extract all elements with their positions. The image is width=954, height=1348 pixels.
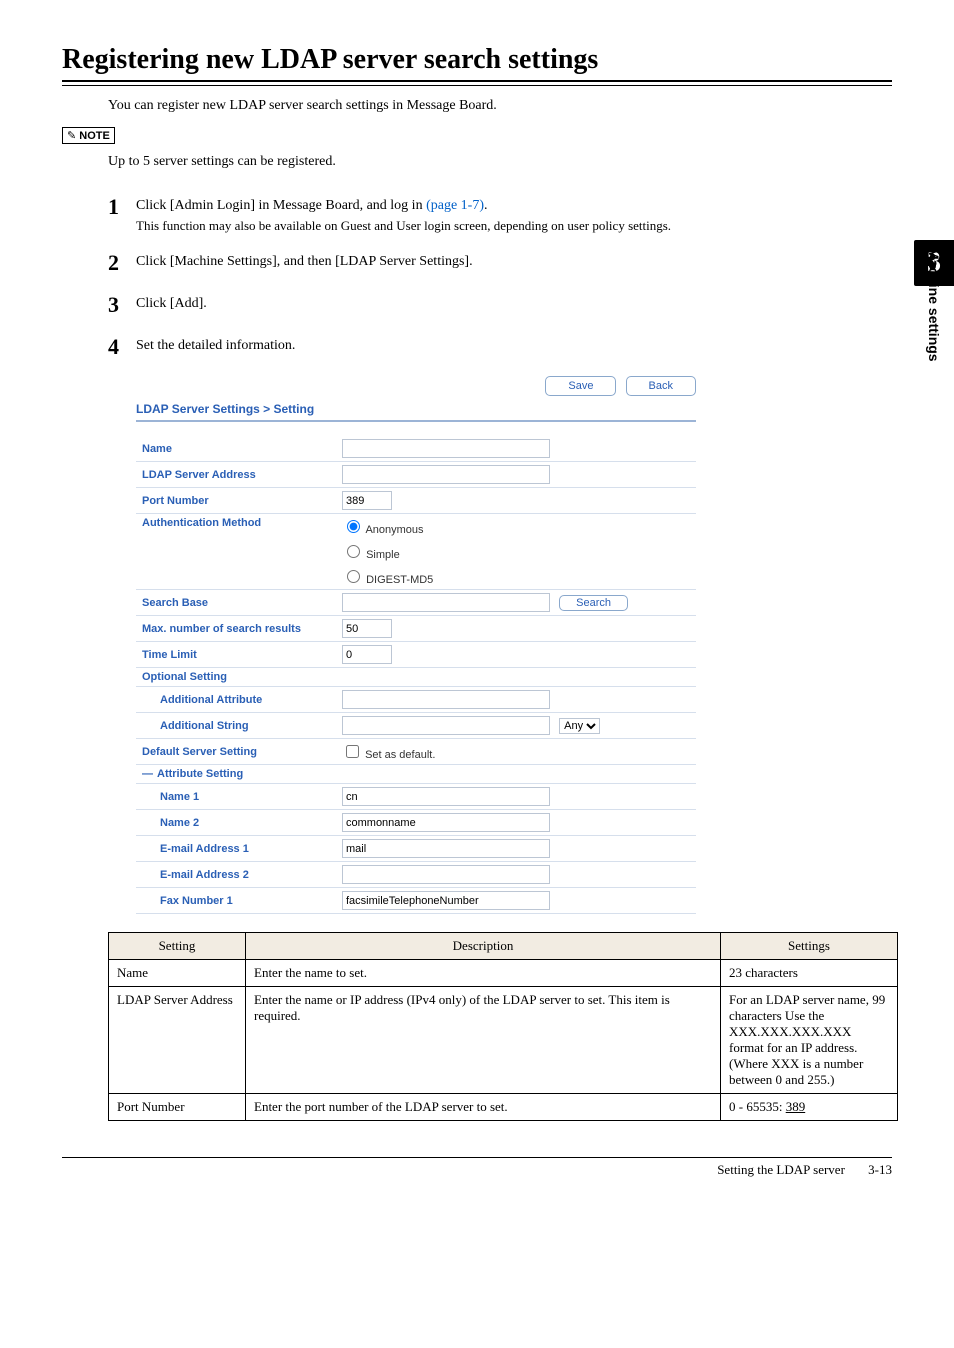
- auth-simple-radio[interactable]: [347, 545, 360, 558]
- table-row: LDAP Server Address Enter the name or IP…: [109, 987, 898, 1094]
- ldap-settings-panel: Save Back LDAP Server Settings > Setting…: [136, 376, 696, 914]
- label-name2: Name 2: [136, 810, 336, 836]
- page-link[interactable]: (page 1-7): [426, 198, 484, 213]
- default-server-checkbox[interactable]: [346, 745, 359, 758]
- name1-input[interactable]: [342, 787, 550, 806]
- max-results-input[interactable]: [342, 619, 392, 638]
- step-text-end: .: [484, 198, 488, 213]
- page-footer: Setting the LDAP server 3-13: [62, 1157, 892, 1178]
- back-button[interactable]: Back: [626, 376, 696, 396]
- auth-anonymous-radio[interactable]: [347, 520, 360, 533]
- reference-table: Setting Description Settings Name Enter …: [108, 932, 898, 1121]
- email1-input[interactable]: [342, 839, 550, 858]
- save-button[interactable]: Save: [545, 376, 616, 396]
- label-fax1: Fax Number 1: [136, 888, 336, 914]
- title-underline: [62, 80, 892, 86]
- footer-page: 3-13: [868, 1162, 892, 1177]
- range-text: 0 - 65535:: [729, 1099, 786, 1114]
- label-port: Port Number: [136, 488, 336, 514]
- collapse-icon: —: [142, 768, 157, 780]
- email2-input[interactable]: [342, 865, 550, 884]
- label-email1: E-mail Address 1: [136, 836, 336, 862]
- auth-simple-label: Simple: [366, 549, 400, 561]
- search-base-input[interactable]: [342, 593, 550, 612]
- label-email2: E-mail Address 2: [136, 862, 336, 888]
- step-text: Click [Admin Login] in Message Board, an…: [136, 198, 426, 213]
- label-name1: Name 1: [136, 784, 336, 810]
- attribute-setting-toggle[interactable]: —Attribute Setting: [136, 765, 696, 784]
- cell-description: Enter the port number of the LDAP server…: [246, 1094, 721, 1121]
- chapter-tab: 3 Machine settings: [914, 240, 954, 440]
- table-row: Port Number Enter the port number of the…: [109, 1094, 898, 1121]
- step-number: 1: [108, 194, 136, 220]
- label-additional-string: Additional String: [136, 713, 336, 739]
- additional-string-select[interactable]: Any: [559, 718, 600, 734]
- fax1-input[interactable]: [342, 891, 550, 910]
- cell-setting: LDAP Server Address: [109, 987, 246, 1094]
- default-server-label: Set as default.: [365, 749, 435, 761]
- name2-input[interactable]: [342, 813, 550, 832]
- cell-settings: 23 characters: [721, 960, 898, 987]
- step-number: 3: [108, 292, 136, 318]
- additional-string-input[interactable]: [342, 716, 550, 735]
- step-4: 4 Set the detailed information.: [108, 334, 892, 360]
- col-header-settings: Settings: [721, 933, 898, 960]
- chapter-label: Machine settings: [926, 248, 942, 388]
- step-3: 3 Click [Add].: [108, 292, 892, 318]
- port-input[interactable]: [342, 491, 392, 510]
- footer-title: Setting the LDAP server: [717, 1162, 845, 1177]
- cell-description: Enter the name to set.: [246, 960, 721, 987]
- step-number: 4: [108, 334, 136, 360]
- step-text: Set the detailed information.: [136, 334, 892, 354]
- label-server-address: LDAP Server Address: [136, 462, 336, 488]
- note-text: Up to 5 server settings can be registere…: [108, 154, 892, 170]
- note-badge: NOTE: [62, 127, 115, 144]
- label-optional: Optional Setting: [136, 668, 696, 687]
- default-value: 389: [786, 1099, 806, 1114]
- attribute-setting-label: Attribute Setting: [157, 768, 243, 780]
- step-text: Click [Machine Settings], and then [LDAP…: [136, 250, 892, 270]
- cell-settings: 0 - 65535: 389: [721, 1094, 898, 1121]
- settings-form: Name LDAP Server Address Port Number Aut…: [136, 436, 696, 914]
- auth-digest-label: DIGEST-MD5: [366, 574, 433, 586]
- cell-settings: For an LDAP server name, 99 characters U…: [721, 987, 898, 1094]
- cell-setting: Name: [109, 960, 246, 987]
- label-default-server: Default Server Setting: [136, 739, 336, 765]
- step-2: 2 Click [Machine Settings], and then [LD…: [108, 250, 892, 276]
- auth-digest-radio[interactable]: [347, 570, 360, 583]
- auth-anonymous-label: Anonymous: [365, 524, 423, 536]
- table-row: Name Enter the name to set. 23 character…: [109, 960, 898, 987]
- step-subtext: This function may also be available on G…: [136, 218, 892, 234]
- search-button[interactable]: Search: [559, 595, 628, 611]
- label-name: Name: [136, 436, 336, 462]
- server-address-input[interactable]: [342, 465, 550, 484]
- label-time-limit: Time Limit: [136, 642, 336, 668]
- intro-text: You can register new LDAP server search …: [108, 98, 892, 114]
- label-search-base: Search Base: [136, 590, 336, 616]
- label-additional-attribute: Additional Attribute: [136, 687, 336, 713]
- col-header-description: Description: [246, 933, 721, 960]
- label-max-results: Max. number of search results: [136, 616, 336, 642]
- label-auth-method: Authentication Method: [136, 514, 336, 540]
- cell-setting: Port Number: [109, 1094, 246, 1121]
- time-limit-input[interactable]: [342, 645, 392, 664]
- step-1: 1 Click [Admin Login] in Message Board, …: [108, 194, 892, 234]
- cell-description: Enter the name or IP address (IPv4 only)…: [246, 987, 721, 1094]
- additional-attribute-input[interactable]: [342, 690, 550, 709]
- page-title: Registering new LDAP server search setti…: [62, 44, 892, 76]
- name-input[interactable]: [342, 439, 550, 458]
- step-text: Click [Add].: [136, 292, 892, 312]
- col-header-setting: Setting: [109, 933, 246, 960]
- panel-heading: LDAP Server Settings > Setting: [136, 402, 696, 422]
- step-number: 2: [108, 250, 136, 276]
